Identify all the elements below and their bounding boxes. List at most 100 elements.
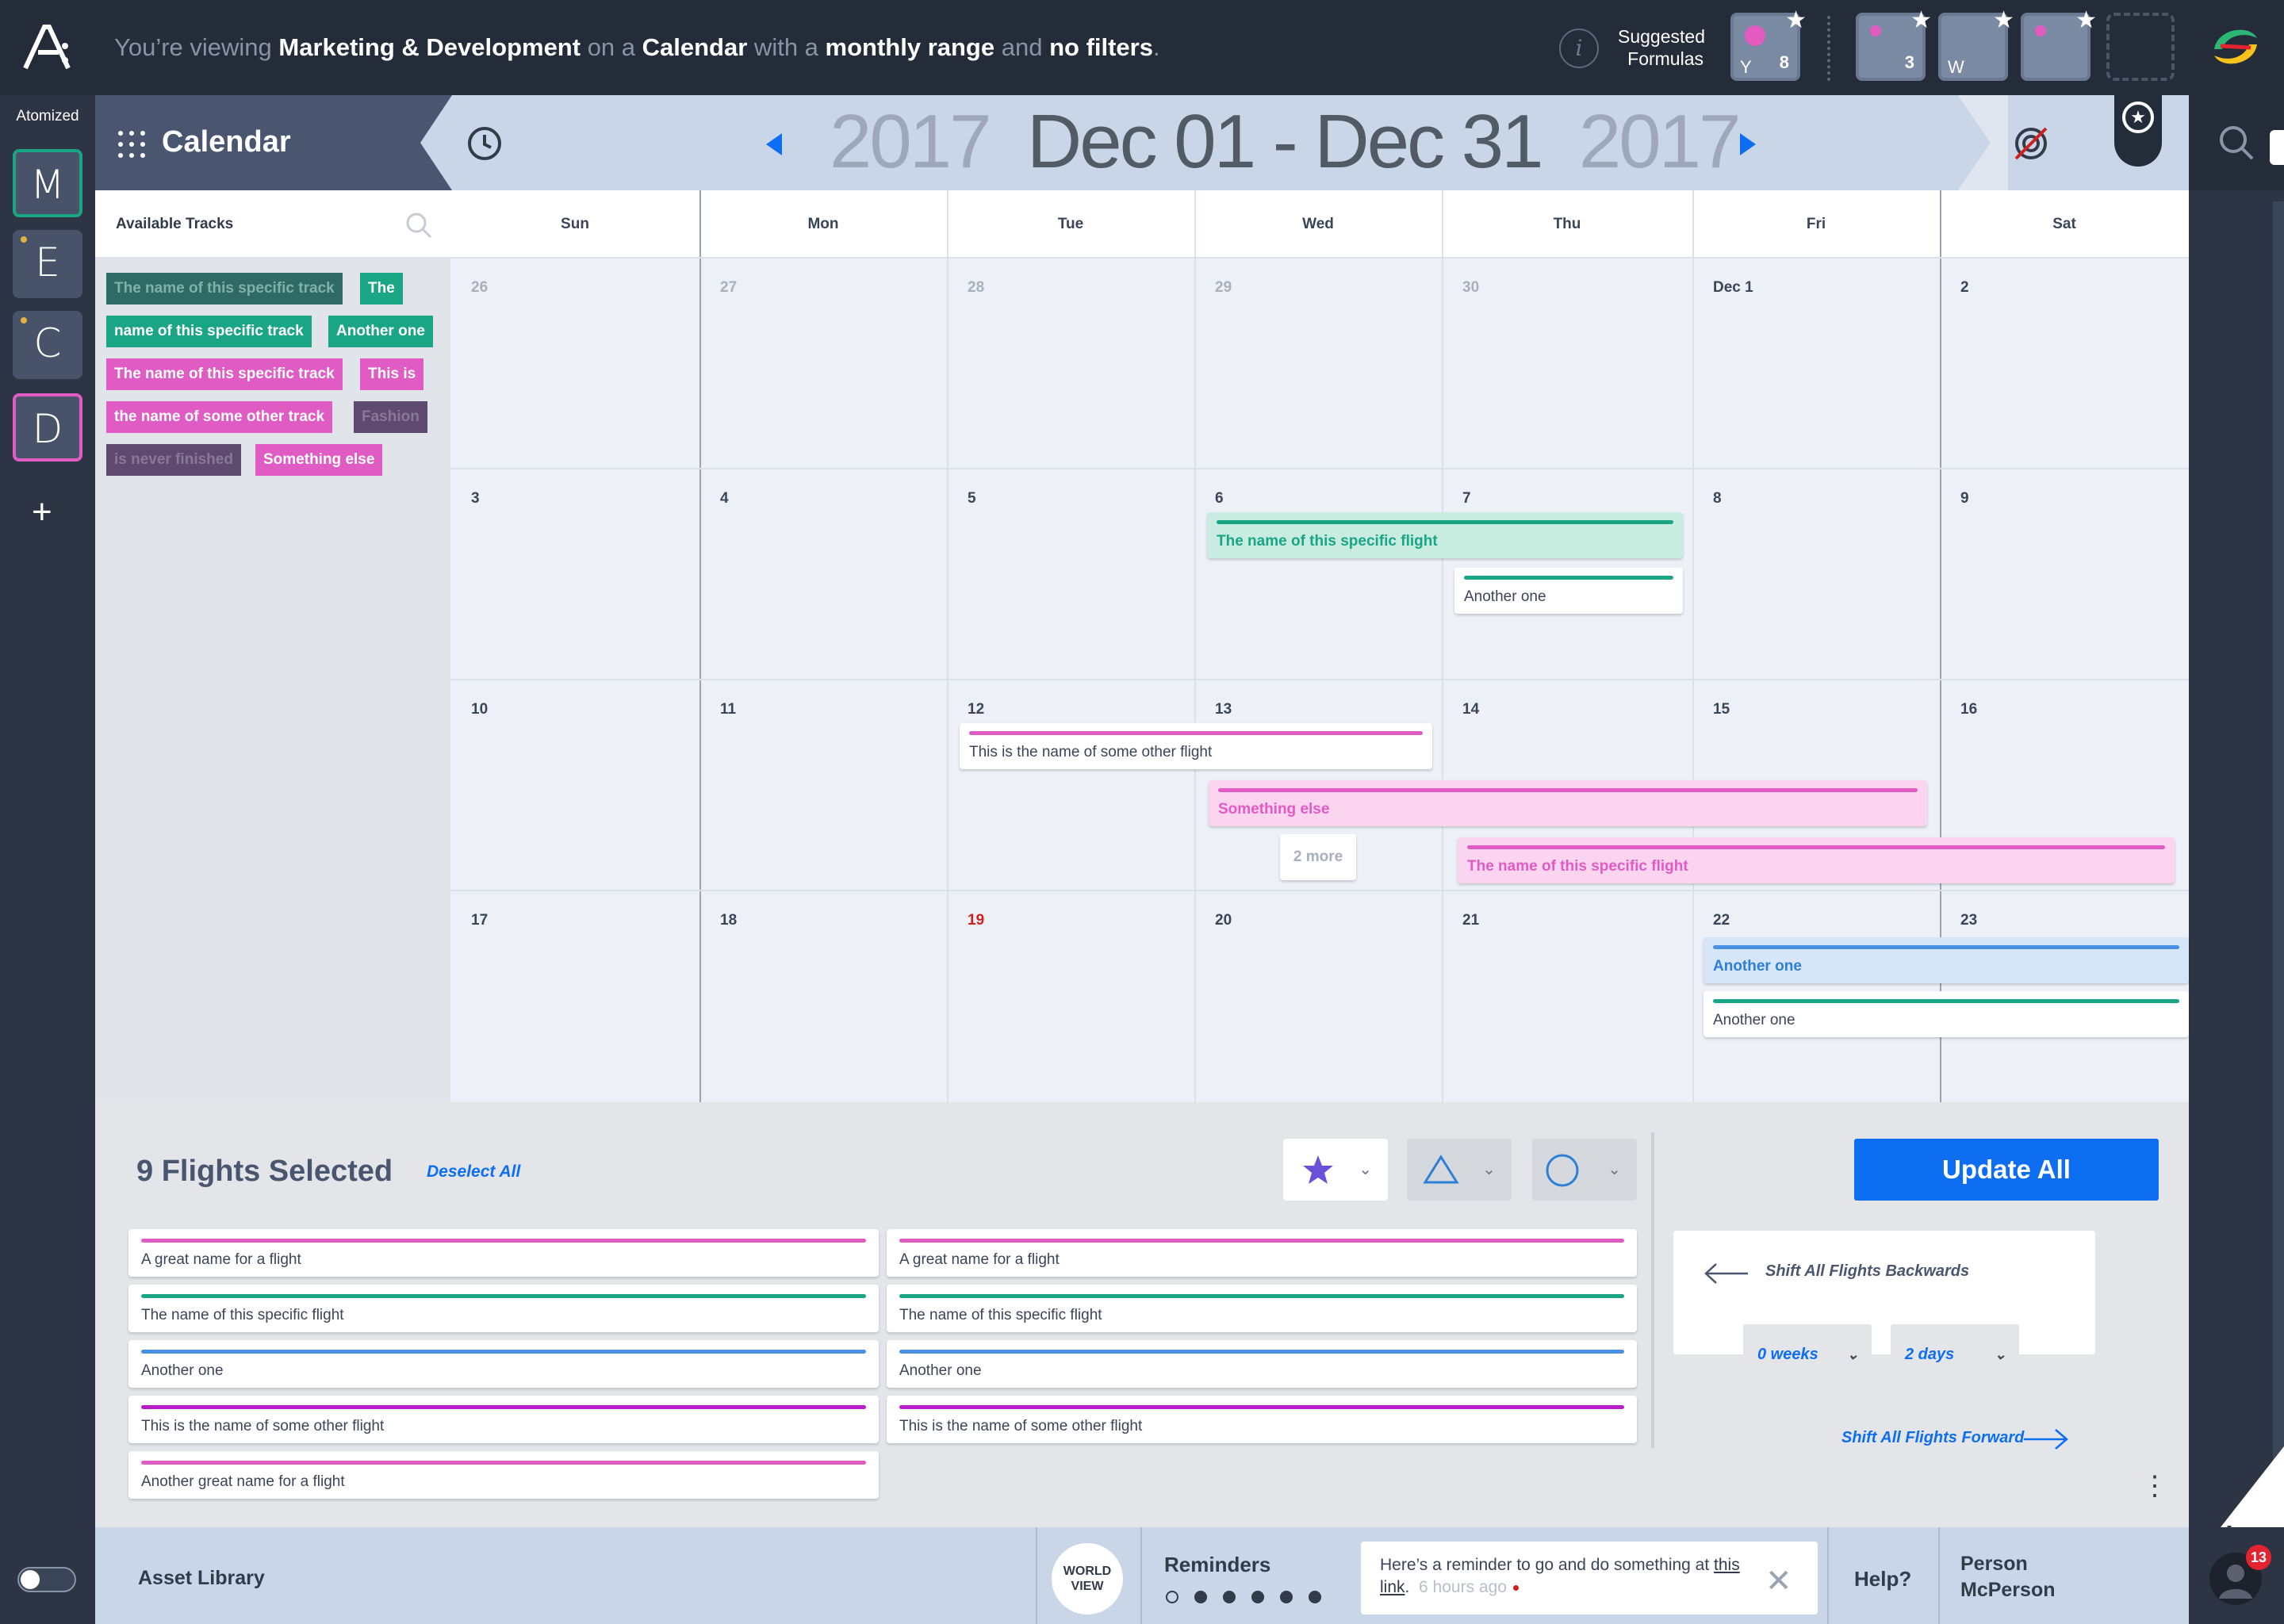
workspace-c[interactable]: C [13,311,82,379]
calendar-event[interactable]: Another one [1454,568,1683,614]
reminder-page-dot[interactable] [1280,1591,1293,1603]
brand-logo[interactable] [2209,22,2262,71]
deselect-all-link[interactable]: Deselect All [427,1162,520,1182]
global-search[interactable] [2189,95,2284,190]
day-number[interactable]: 8 [1713,490,1722,508]
workspace-d[interactable]: D [13,393,82,462]
calendar-event[interactable]: This is the name of some other flight [960,723,1432,769]
asset-library-link[interactable]: Asset Library [138,1567,265,1590]
day-number[interactable]: 22 [1713,912,1730,929]
close-icon[interactable]: ✕ [1765,1565,1792,1597]
day-number[interactable]: 17 [471,912,488,929]
track-tag[interactable]: Something else [255,444,383,476]
formula-card-1[interactable]: Y 8 ★ [1730,7,1807,81]
user-name[interactable]: Person McPerson [1960,1551,2055,1603]
track-tag[interactable]: the name of some other track [106,401,333,433]
track-tag[interactable]: The name of this specific track [106,273,343,304]
workspace-m[interactable]: M [13,149,82,217]
triangle-shape-dropdown[interactable]: ⌄ [1407,1139,1512,1201]
day-number[interactable]: 15 [1713,701,1730,718]
selected-flight[interactable]: A great name for a flight [887,1229,1637,1277]
tracks-search-icon[interactable] [404,211,433,239]
notification-badge[interactable]: 13 [2246,1545,2271,1570]
selected-flight[interactable]: This is the name of some other flight [887,1396,1637,1443]
day-number[interactable]: 7 [1462,490,1471,508]
day-number[interactable]: 12 [968,701,984,718]
arrow-left-icon[interactable] [1703,1262,1749,1285]
more-events-button[interactable]: 2 more [1280,834,1356,880]
world-view-button[interactable]: WORLD VIEW [1052,1543,1123,1614]
day-number[interactable]: 6 [1215,490,1224,508]
track-tag[interactable]: is never finished [106,444,241,476]
day-number[interactable]: 30 [1462,279,1479,297]
help-link[interactable]: Help? [1854,1567,1911,1591]
selected-flight[interactable]: A great name for a flight [128,1229,879,1277]
days-select[interactable]: 2 days ⌄ [1891,1324,2019,1385]
track-tag[interactable]: name of this specific track [106,316,312,347]
day-number[interactable]: 26 [471,279,488,297]
history-clock-icon[interactable] [466,125,503,162]
circle-shape-dropdown[interactable]: ⌄ [1532,1139,1637,1201]
day-number[interactable]: 20 [1215,912,1232,929]
day-number[interactable]: 5 [968,490,976,508]
selected-flight[interactable]: The name of this specific flight [128,1285,879,1332]
track-tag[interactable]: The [360,273,403,304]
add-workspace-button[interactable]: + [32,495,52,530]
day-number[interactable]: 23 [1960,912,1977,929]
day-number[interactable]: 13 [1215,701,1232,718]
day-number[interactable]: 16 [1960,701,1977,718]
day-number[interactable]: 21 [1462,912,1479,929]
day-number[interactable]: 14 [1462,701,1479,718]
reminder-page-dot[interactable] [1223,1591,1236,1603]
selected-flight[interactable]: Another great name for a flight [128,1451,879,1499]
shift-backwards-link[interactable]: Shift All Flights Backwards [1765,1262,1969,1281]
formula-card-2[interactable]: 3 ★ [1856,7,1932,81]
track-tag[interactable]: This is [360,358,424,390]
day-number[interactable]: 29 [1215,279,1232,297]
track-tag[interactable]: Another one [328,316,433,347]
star-shape-dropdown[interactable]: ⌄ [1283,1139,1388,1201]
selected-flight[interactable]: This is the name of some other flight [128,1396,879,1443]
track-tag[interactable]: Fashion [354,401,427,433]
day-number[interactable]: 27 [720,279,737,297]
selected-flight[interactable]: The name of this specific flight [887,1285,1637,1332]
day-number[interactable]: 11 [720,701,736,718]
info-icon[interactable]: i [1559,29,1599,68]
calendar-event[interactable]: Another one [1703,991,2189,1037]
reminder-page-dot[interactable] [1309,1591,1321,1603]
day-number[interactable]: 2 [1960,279,1969,297]
workspace-e[interactable]: E [13,230,82,298]
calendar-event[interactable]: Another one [1703,937,2189,983]
calendar-event[interactable]: Something else [1209,780,1927,826]
track-tag[interactable]: The name of this specific track [106,358,343,390]
selected-flight[interactable]: Another one [128,1340,879,1388]
day-number[interactable]: 4 [720,490,729,508]
empty-formula-slot[interactable] [2106,13,2175,81]
day-number[interactable]: 18 [720,912,737,929]
calendar-event[interactable]: The name of this specific flight [1458,837,2175,883]
apps-grid-icon[interactable] [117,130,146,159]
formula-card-4[interactable]: ★ [2021,7,2097,81]
image-toggle[interactable] [17,1567,76,1592]
reminder-page-dot[interactable] [1166,1591,1178,1603]
selected-flight[interactable]: Another one [887,1340,1637,1388]
calendar-event[interactable]: The name of this specific flight [1207,512,1683,558]
day-number[interactable]: Dec 1 [1713,279,1753,297]
weeks-select[interactable]: 0 weeks ⌄ [1743,1324,1872,1385]
prev-month-arrow-icon[interactable] [766,133,782,155]
reminder-page-dot[interactable] [1251,1591,1264,1603]
more-options-icon[interactable]: ⋮ [2141,1470,2168,1502]
arrow-right-icon[interactable] [2022,1427,2070,1451]
shift-forward-link[interactable]: Shift All Flights Forward [1841,1429,2024,1447]
reminder-page-dot[interactable] [1194,1591,1207,1603]
atomized-logo[interactable] [22,24,78,71]
day-number[interactable]: 9 [1960,490,1969,508]
day-number[interactable]: 3 [471,490,480,508]
update-all-button[interactable]: Update All [1854,1139,2159,1201]
no-target-icon[interactable] [2013,125,2049,162]
day-number[interactable]: 28 [968,279,984,297]
day-number[interactable]: 10 [471,701,488,718]
formula-card-3[interactable]: W ★ [1938,7,2014,81]
day-number[interactable]: 19 [968,912,984,929]
next-month-arrow-icon[interactable] [1740,133,1756,155]
